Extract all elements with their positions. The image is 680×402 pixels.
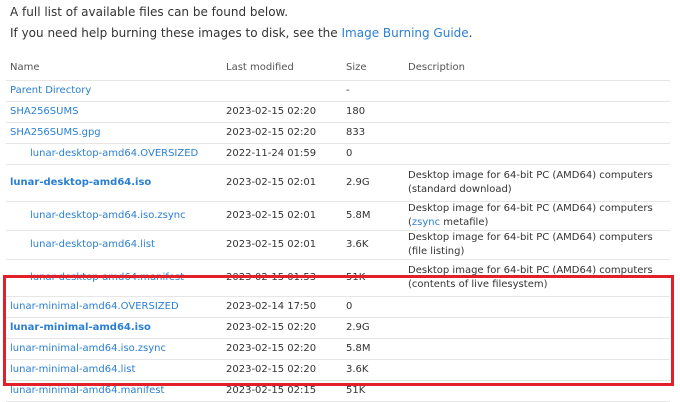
header-description[interactable]: Description: [404, 54, 670, 81]
description-cell: [404, 380, 670, 402]
size-cell: 3.6K: [342, 230, 404, 260]
header-name[interactable]: Name: [6, 54, 222, 81]
description-cell: [404, 296, 670, 318]
table-row: lunar-minimal-amd64.manifest 2023-02-15 …: [6, 380, 670, 402]
table-row: lunar-desktop-amd64.list 2023-02-15 02:0…: [6, 230, 670, 260]
table-row: lunar-minimal-amd64.OVERSIZED 2023-02-14…: [6, 296, 670, 318]
file-link[interactable]: lunar-desktop-amd64.manifest: [30, 272, 184, 283]
description-cell: [404, 317, 670, 339]
modified-cell: 2023-02-15 02:20: [222, 359, 342, 381]
intro-suffix: .: [468, 26, 473, 40]
size-cell: 0: [342, 296, 404, 318]
modified-cell: 2023-02-14 17:50: [222, 296, 342, 318]
description-cell: [404, 80, 670, 102]
table-row: SHA256SUMS.gpg 2023-02-15 02:20 833: [6, 122, 670, 144]
file-link[interactable]: lunar-desktop-amd64.iso.zsync: [30, 210, 186, 221]
file-link[interactable]: lunar-desktop-amd64.OVERSIZED: [30, 148, 198, 159]
modified-cell: 2023-02-15 02:01: [222, 230, 342, 260]
modified-cell: 2023-02-15 02:01: [222, 201, 342, 231]
image-burning-guide-link[interactable]: Image Burning Guide: [342, 26, 469, 40]
size-cell: 3.6K: [342, 359, 404, 381]
intro-prefix: If you need help burning these images to…: [10, 26, 342, 40]
size-cell: 5.8M: [342, 338, 404, 360]
description-cell: [404, 338, 670, 360]
modified-cell: 2023-02-15 02:20: [222, 317, 342, 339]
modified-cell: 2023-02-15 01:53: [222, 259, 342, 297]
description-cell: [404, 101, 670, 123]
size-cell: -: [342, 80, 404, 102]
file-link[interactable]: SHA256SUMS: [10, 106, 78, 117]
table-row: lunar-minimal-amd64.iso 2023-02-15 02:20…: [6, 317, 670, 339]
size-cell: 51K: [342, 259, 404, 297]
file-link[interactable]: lunar-desktop-amd64.list: [30, 239, 155, 250]
description-cell: Desktop image for 64-bit PC (AMD64) comp…: [404, 230, 670, 260]
size-cell: 5.8M: [342, 201, 404, 231]
file-link[interactable]: lunar-desktop-amd64.iso: [10, 177, 151, 188]
table-row: SHA256SUMS 2023-02-15 02:20 180: [6, 101, 670, 123]
description-cell: Desktop image for 64-bit PC (AMD64) comp…: [404, 164, 670, 202]
modified-cell: 2022-11-24 01:59: [222, 143, 342, 165]
file-link[interactable]: lunar-minimal-amd64.OVERSIZED: [10, 301, 179, 312]
zsync-link[interactable]: zsync: [412, 217, 440, 228]
size-cell: 2.9G: [342, 317, 404, 339]
table-row: lunar-desktop-amd64.manifest 2023-02-15 …: [6, 259, 670, 297]
parent-directory-link[interactable]: Parent Directory: [10, 85, 91, 96]
file-link[interactable]: lunar-minimal-amd64.iso: [10, 322, 151, 333]
description-suffix: metafile): [440, 217, 489, 228]
table-row: lunar-desktop-amd64.iso.zsync 2023-02-15…: [6, 201, 670, 231]
file-link[interactable]: SHA256SUMS.gpg: [10, 127, 101, 138]
modified-cell: 2023-02-15 02:20: [222, 101, 342, 123]
table-row: lunar-minimal-amd64.list 2023-02-15 02:2…: [6, 359, 670, 381]
header-size[interactable]: Size: [342, 54, 404, 81]
table-row: Parent Directory -: [6, 80, 670, 102]
table-header-row: Name Last modified Size Description: [6, 54, 670, 81]
modified-cell: [222, 80, 342, 102]
table-row: lunar-desktop-amd64.iso 2023-02-15 02:01…: [6, 164, 670, 202]
file-link[interactable]: lunar-minimal-amd64.iso.zsync: [10, 343, 166, 354]
file-link[interactable]: lunar-minimal-amd64.list: [10, 364, 135, 375]
description-cell: Desktop image for 64-bit PC (AMD64) comp…: [404, 259, 670, 297]
file-link[interactable]: lunar-minimal-amd64.manifest: [10, 385, 164, 396]
modified-cell: 2023-02-15 02:15: [222, 380, 342, 402]
size-cell: 833: [342, 122, 404, 144]
size-cell: 2.9G: [342, 164, 404, 202]
description-cell: [404, 143, 670, 165]
intro-text: A full list of available files can be fo…: [10, 5, 289, 19]
header-last-modified[interactable]: Last modified: [222, 54, 342, 81]
modified-cell: 2023-02-15 02:20: [222, 338, 342, 360]
size-cell: 0: [342, 143, 404, 165]
table-row: lunar-minimal-amd64.iso.zsync 2023-02-15…: [6, 338, 670, 360]
description-cell: Desktop image for 64-bit PC (AMD64) comp…: [404, 201, 670, 231]
table-row: lunar-desktop-amd64.OVERSIZED 2022-11-24…: [6, 143, 670, 165]
description-cell: [404, 359, 670, 381]
file-listing-table: Name Last modified Size Description Pare…: [6, 54, 670, 402]
description-cell: [404, 122, 670, 144]
modified-cell: 2023-02-15 02:01: [222, 164, 342, 202]
burning-guide-text: If you need help burning these images to…: [10, 26, 473, 40]
size-cell: 51K: [342, 380, 404, 402]
size-cell: 180: [342, 101, 404, 123]
modified-cell: 2023-02-15 02:20: [222, 122, 342, 144]
